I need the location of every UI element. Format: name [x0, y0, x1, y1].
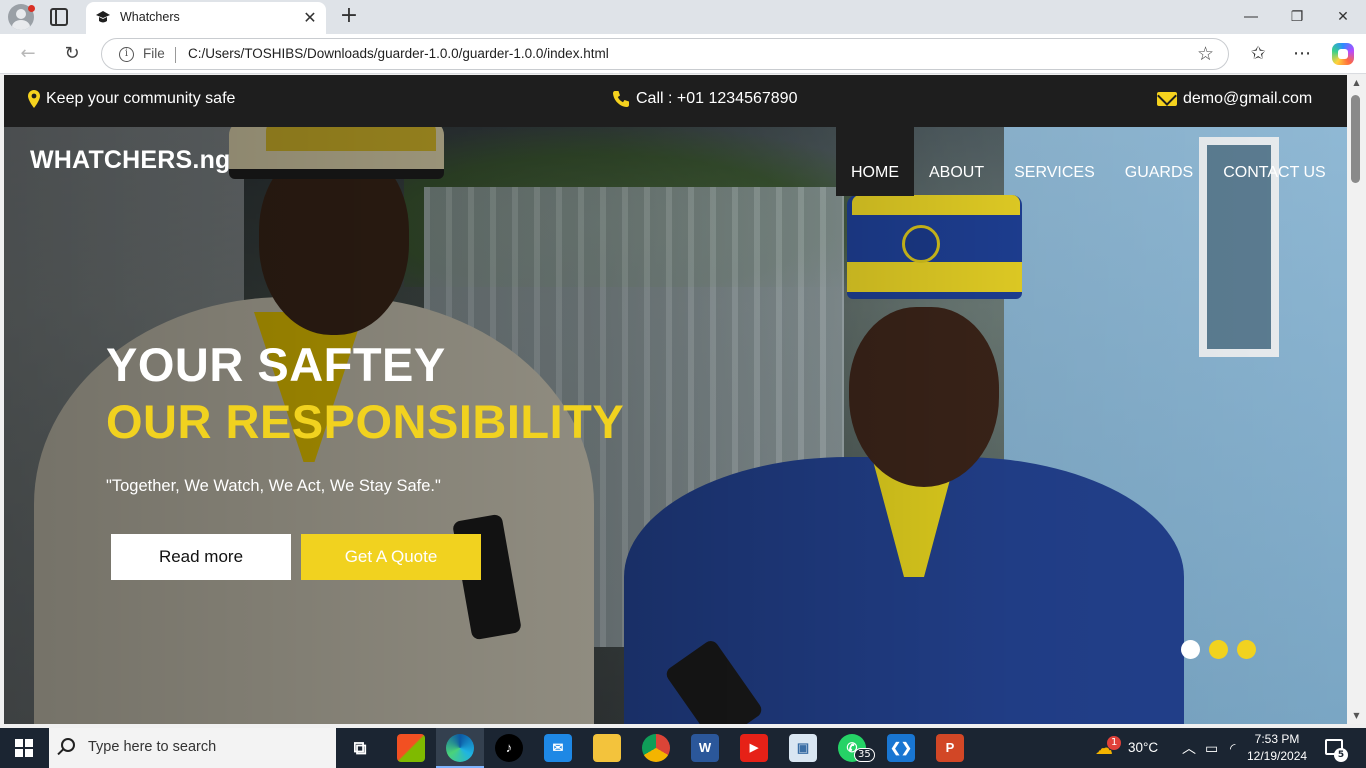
whatsapp-badge: 35	[854, 748, 875, 762]
nav-item-home[interactable]: HOME	[836, 127, 914, 196]
task-view-icon[interactable]: ⧉	[346, 734, 374, 762]
tab-actions-menu-icon[interactable]	[50, 8, 68, 26]
chrome-icon[interactable]	[642, 734, 670, 762]
scroll-thumb[interactable]	[1351, 95, 1360, 183]
microsoft-store-icon[interactable]	[397, 734, 425, 762]
nav-item-services[interactable]: SERVICES	[999, 127, 1110, 196]
favorite-star-icon[interactable]: ☆	[1197, 43, 1214, 65]
windows-start-icon[interactable]	[15, 739, 33, 757]
minimize-window-icon[interactable]: ―	[1240, 6, 1262, 28]
slider-dot-2[interactable]	[1209, 640, 1228, 659]
envelope-icon	[1157, 92, 1177, 106]
nav-item-about[interactable]: ABOUT	[914, 127, 999, 196]
page-viewport: Keep your community safe Call : +01 1234…	[4, 75, 1347, 724]
windows-taskbar: Type here to search ⧉ ♪ ✉ W ▶ ▣ ✆ 35 ❮❯ …	[0, 728, 1366, 768]
phone-info[interactable]: Call : +01 1234567890	[612, 90, 797, 108]
favorites-list-icon[interactable]: ✩	[1246, 42, 1270, 66]
page-scrollbar[interactable]: ▲ ▼	[1347, 75, 1366, 724]
new-tab-button[interactable]: +	[338, 5, 360, 27]
battery-icon[interactable]: ▭	[1205, 728, 1218, 768]
taskbar-search-box[interactable]: Type here to search	[49, 728, 336, 768]
address-bar[interactable]: i File C:/Users/TOSHIBS/Downloads/guarde…	[101, 38, 1229, 70]
tab-title: Whatchers	[120, 10, 180, 24]
slider-dots	[1181, 640, 1256, 659]
close-window-icon[interactable]: ✕	[1332, 6, 1354, 28]
location-info: Keep your community safe	[28, 90, 235, 108]
close-tab-icon[interactable]: ✕	[300, 8, 320, 28]
notification-count-badge: 5	[1334, 748, 1348, 762]
clock-time: 7:53 PM	[1254, 732, 1300, 746]
site-favicon-icon	[96, 11, 110, 23]
weather-badge: 1	[1107, 736, 1122, 750]
file-explorer-icon[interactable]	[593, 734, 621, 762]
hero-headline-line2: OUR RESPONSIBILITY	[106, 395, 625, 448]
taskbar-clock[interactable]: 7:53 PM 12/19/2024	[1247, 731, 1307, 765]
mail-icon[interactable]: ✉	[544, 734, 572, 762]
vscode-icon[interactable]: ❮❯	[887, 734, 915, 762]
phone-icon	[613, 91, 629, 107]
tray-overflow-chevron-icon[interactable]: ︿	[1182, 728, 1196, 768]
word-icon[interactable]: W	[691, 734, 719, 762]
wifi-icon[interactable]: ◜	[1230, 728, 1235, 768]
reload-icon[interactable]: ↻	[60, 42, 84, 66]
hero-tagline: "Together, We Watch, We Act, We Stay Saf…	[106, 477, 441, 495]
phone-text: Call : +01 1234567890	[636, 90, 798, 107]
site-logo[interactable]: WHATCHERS.ng	[30, 146, 231, 175]
slider-dot-1[interactable]	[1181, 640, 1200, 659]
powerpoint-icon[interactable]: P	[936, 734, 964, 762]
browser-tab[interactable]: Whatchers ✕	[86, 2, 326, 34]
url-text[interactable]: C:/Users/TOSHIBS/Downloads/guarder-1.0.0…	[188, 46, 609, 61]
scheme-label: File	[143, 46, 165, 61]
email-info[interactable]: demo@gmail.com	[1157, 90, 1312, 108]
weather-temperature[interactable]: 30°C	[1128, 728, 1158, 768]
info-top-bar: Keep your community safe Call : +01 1234…	[4, 75, 1347, 127]
slider-dot-3[interactable]	[1237, 640, 1256, 659]
scroll-up-arrow-icon[interactable]: ▲	[1351, 79, 1362, 87]
scroll-down-arrow-icon[interactable]: ▼	[1351, 712, 1362, 720]
nav-item-contact-us[interactable]: CONTACT US	[1208, 127, 1341, 196]
profile-notification-dot	[28, 5, 35, 12]
email-text: demo@gmail.com	[1183, 90, 1313, 107]
clock-date: 12/19/2024	[1247, 749, 1308, 763]
taskbar-search-placeholder: Type here to search	[88, 739, 217, 755]
tiktok-icon[interactable]: ♪	[495, 734, 523, 762]
main-navigation: HOME ABOUT SERVICES GUARDS CONTACT US	[836, 127, 1341, 196]
photos-icon[interactable]: ▣	[789, 734, 817, 762]
youtube-icon[interactable]: ▶	[740, 734, 768, 762]
browser-tab-strip: Whatchers ✕ + ― ❐ ✕	[0, 0, 1366, 34]
restore-window-icon[interactable]: ❐	[1286, 6, 1308, 28]
browser-toolbar: ← ↻ i File C:/Users/TOSHIBS/Downloads/gu…	[0, 34, 1366, 74]
map-marker-icon	[28, 90, 40, 108]
read-more-button[interactable]: Read more	[111, 534, 291, 580]
search-icon	[61, 738, 75, 752]
hero-headline-line1: YOUR SAFTEY	[106, 338, 446, 391]
copilot-icon[interactable]	[1332, 43, 1354, 65]
nav-item-guards[interactable]: GUARDS	[1110, 127, 1208, 196]
address-separator	[175, 47, 176, 63]
site-info-icon[interactable]: i	[119, 47, 134, 62]
get-quote-button[interactable]: Get A Quote	[301, 534, 481, 580]
more-options-icon[interactable]: ⋯	[1290, 42, 1314, 66]
edge-browser-icon[interactable]	[436, 734, 484, 768]
back-arrow-icon[interactable]: ←	[16, 42, 40, 66]
location-text: Keep your community safe	[46, 90, 236, 107]
